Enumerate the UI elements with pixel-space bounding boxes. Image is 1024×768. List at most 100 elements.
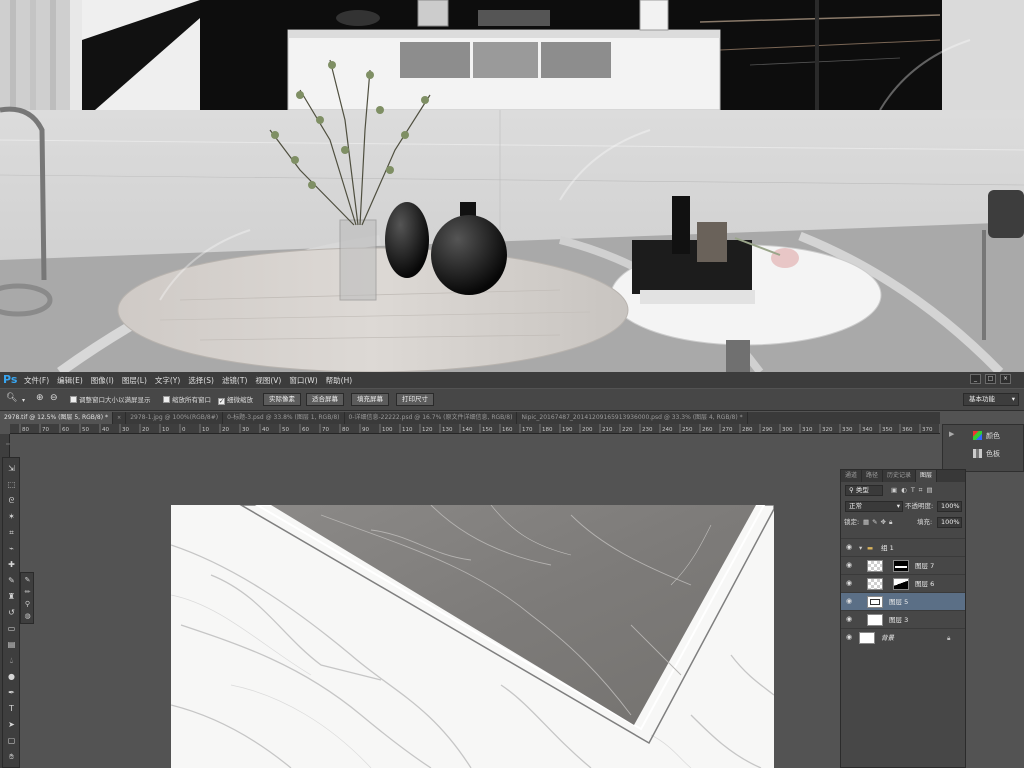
dodge-tool-icon[interactable]: ● — [5, 670, 18, 683]
tab-paths[interactable]: 路径 — [862, 470, 884, 482]
swatches-panel-button[interactable]: 色板 — [973, 447, 1000, 461]
tab-layers[interactable]: 图层 — [916, 470, 938, 482]
menu-edit[interactable]: 编辑(E) — [57, 375, 83, 386]
mixer-brush-tool-icon[interactable]: ◍ — [22, 611, 33, 622]
room-photo — [0, 0, 1024, 372]
clone-stamp-tool-icon[interactable]: ♜ — [5, 590, 18, 603]
background-layer-row[interactable]: ◉ 背景 🔒︎ — [841, 628, 965, 646]
visibility-eye-icon[interactable]: ◉ — [846, 561, 854, 569]
color-replace-tool-icon[interactable]: ⚲ — [22, 599, 33, 610]
visibility-eye-icon[interactable]: ◉ — [846, 615, 854, 623]
close-button[interactable]: × — [1000, 374, 1011, 384]
history-brush-tool-icon[interactable]: ↺ — [5, 606, 18, 619]
path-selection-tool-icon[interactable]: ➤ — [5, 718, 18, 731]
lasso-tool-icon[interactable]: ᘓ — [5, 494, 18, 507]
layer-name: 图层 5 — [889, 598, 909, 606]
blur-tool-icon[interactable]: 💧︎ — [5, 654, 18, 667]
ruler-tick-label: 20 — [222, 427, 229, 433]
move-tool-icon[interactable]: ⇲ — [5, 462, 18, 475]
color-panel-button[interactable]: 颜色 — [973, 429, 1000, 443]
actual-pixels-button[interactable]: 实际像素 — [263, 393, 301, 406]
type-tool-icon[interactable]: T — [5, 702, 18, 715]
doc-tab[interactable]: 0-详细信息-22222.psd @ 16.7% (原文件详细信息, RGB/8… — [345, 412, 518, 424]
tab-close-icon[interactable]: × — [113, 412, 127, 424]
visibility-eye-icon[interactable]: ◉ — [846, 579, 854, 587]
resize-windows-label: 调整窗口大小以满屏显示 — [79, 396, 151, 404]
doc-tab[interactable]: 2978-1.jpg @ 100%(RGB/8#) — [126, 412, 224, 424]
opacity-input[interactable]: 100% — [937, 501, 962, 512]
pen-tool-icon[interactable]: ✒ — [5, 686, 18, 699]
zoom-tool-icon[interactable]: 🔍︎ — [6, 392, 17, 404]
menu-help[interactable]: 帮助(H) — [326, 375, 353, 386]
ruler-tick-label: 20 — [142, 427, 149, 433]
layer-thumbnail — [867, 578, 883, 590]
lock-icons[interactable]: ▦✎✥🔒︎ — [863, 517, 896, 529]
fill-screen-button[interactable]: 填充屏幕 — [351, 393, 389, 406]
layer-filter-dropdown[interactable]: ⚲ 类型 — [845, 485, 883, 496]
brush-tool-icon[interactable]: ✎ — [5, 574, 18, 587]
blend-mode-dropdown[interactable]: 正常 ▾ — [845, 501, 903, 512]
layer-group-row[interactable]: ◉ ▾ ▬ 组 1 — [841, 538, 965, 556]
doc-tab[interactable]: 0-标题-3.psd @ 33.8% (图层 1, RGB/8) — [223, 412, 345, 424]
document-canvas[interactable] — [171, 505, 774, 768]
menu-image[interactable]: 图像(I) — [91, 375, 114, 386]
visibility-eye-icon[interactable]: ◉ — [846, 633, 854, 641]
zoom-in-icon[interactable]: ⊕ — [36, 392, 44, 404]
tab-history[interactable]: 历史记录 — [883, 470, 917, 482]
layer-row[interactable]: ◉ 图层 7 — [841, 556, 965, 574]
ruler-tick-label: 80 — [22, 427, 29, 433]
menu-select[interactable]: 选择(S) — [188, 375, 214, 386]
menu-filter[interactable]: 滤镜(T) — [222, 375, 247, 386]
layer-row[interactable]: ◉ 图层 3 — [841, 610, 965, 628]
resize-windows-checkbox[interactable]: 调整窗口大小以满屏显示 — [70, 394, 151, 406]
fit-screen-button[interactable]: 适合屏幕 — [306, 393, 344, 406]
tool-preset-chevron-icon[interactable]: ▾ — [22, 395, 25, 407]
crop-tool-icon[interactable]: ⌗ — [5, 526, 18, 539]
visibility-eye-icon[interactable]: ◉ — [846, 597, 854, 605]
tool-flyout-panel: ✎ ✏ ⚲ ◍ — [20, 572, 34, 624]
workspace-dropdown[interactable]: 基本功能 ▾ — [963, 393, 1019, 406]
doc-tab[interactable]: Nipic_20167487_20141209165913936000.psd … — [517, 412, 748, 424]
menu-view[interactable]: 视图(V) — [255, 375, 281, 386]
ruler-tick-label: 340 — [862, 427, 873, 433]
menu-type[interactable]: 文字(Y) — [155, 375, 180, 386]
ruler-tick-label: 200 — [582, 427, 593, 433]
layer-row-selected[interactable]: ◉ 图层 5 — [841, 592, 965, 610]
eraser-tool-icon[interactable]: ▭ — [5, 622, 18, 635]
menu-window[interactable]: 窗口(W) — [289, 375, 317, 386]
menu-file[interactable]: 文件(F) — [24, 375, 49, 386]
zoom-out-icon[interactable]: ⊖ — [50, 392, 58, 404]
zoom-all-label: 缩放所有窗口 — [172, 396, 211, 404]
minimize-button[interactable]: _ — [970, 374, 981, 384]
ruler-tick-label: 160 — [502, 427, 513, 433]
tab-channels[interactable]: 通道 — [841, 470, 863, 482]
fill-input[interactable]: 100% — [937, 517, 962, 528]
hand-tool-icon[interactable]: ✋︎ — [5, 750, 18, 763]
doc-tab-active[interactable]: 2978.tif @ 12.5% (图层 5, RGB/8) * — [0, 412, 113, 424]
ruler-tick-label: 140 — [462, 427, 473, 433]
zoom-all-checkbox[interactable]: 缩放所有窗口 — [163, 394, 211, 406]
healing-brush-tool-icon[interactable]: ✚ — [5, 558, 18, 571]
layer-name: 图层 3 — [889, 616, 909, 624]
menu-layer[interactable]: 图层(L) — [122, 375, 147, 386]
canvas-artwork — [171, 505, 774, 768]
scrubby-zoom-label: 细微缩放 — [227, 396, 253, 404]
group-expand-chevron-icon[interactable]: ▾ — [859, 542, 862, 554]
pencil-tool-icon[interactable]: ✏ — [22, 587, 33, 598]
shape-tool-icon[interactable]: ▢ — [5, 734, 18, 747]
ruler-tick-label: 70 — [42, 427, 49, 433]
dock-expand-icon[interactable]: ▶ — [949, 427, 954, 441]
maximize-button[interactable]: □ — [985, 374, 996, 384]
eyedropper-tool-icon[interactable]: ⌁ — [5, 542, 18, 555]
layer-row[interactable]: ◉ 图层 6 — [841, 574, 965, 592]
print-size-button[interactable]: 打印尺寸 — [396, 393, 434, 406]
gradient-tool-icon[interactable]: ▤ — [5, 638, 18, 651]
marquee-tool-icon[interactable]: ⬚ — [5, 478, 18, 491]
ruler-tick-label: 70 — [322, 427, 329, 433]
brush-tool-icon[interactable]: ✎ — [22, 575, 33, 586]
magic-wand-tool-icon[interactable]: ✶ — [5, 510, 18, 523]
layer-filter-icons[interactable]: ▣◐T⌗▤ — [891, 485, 937, 497]
ruler-tick-label: 40 — [262, 427, 269, 433]
scrubby-zoom-checkbox[interactable]: ✓ 细微缩放 — [218, 394, 253, 406]
visibility-eye-icon[interactable]: ◉ — [846, 543, 854, 551]
